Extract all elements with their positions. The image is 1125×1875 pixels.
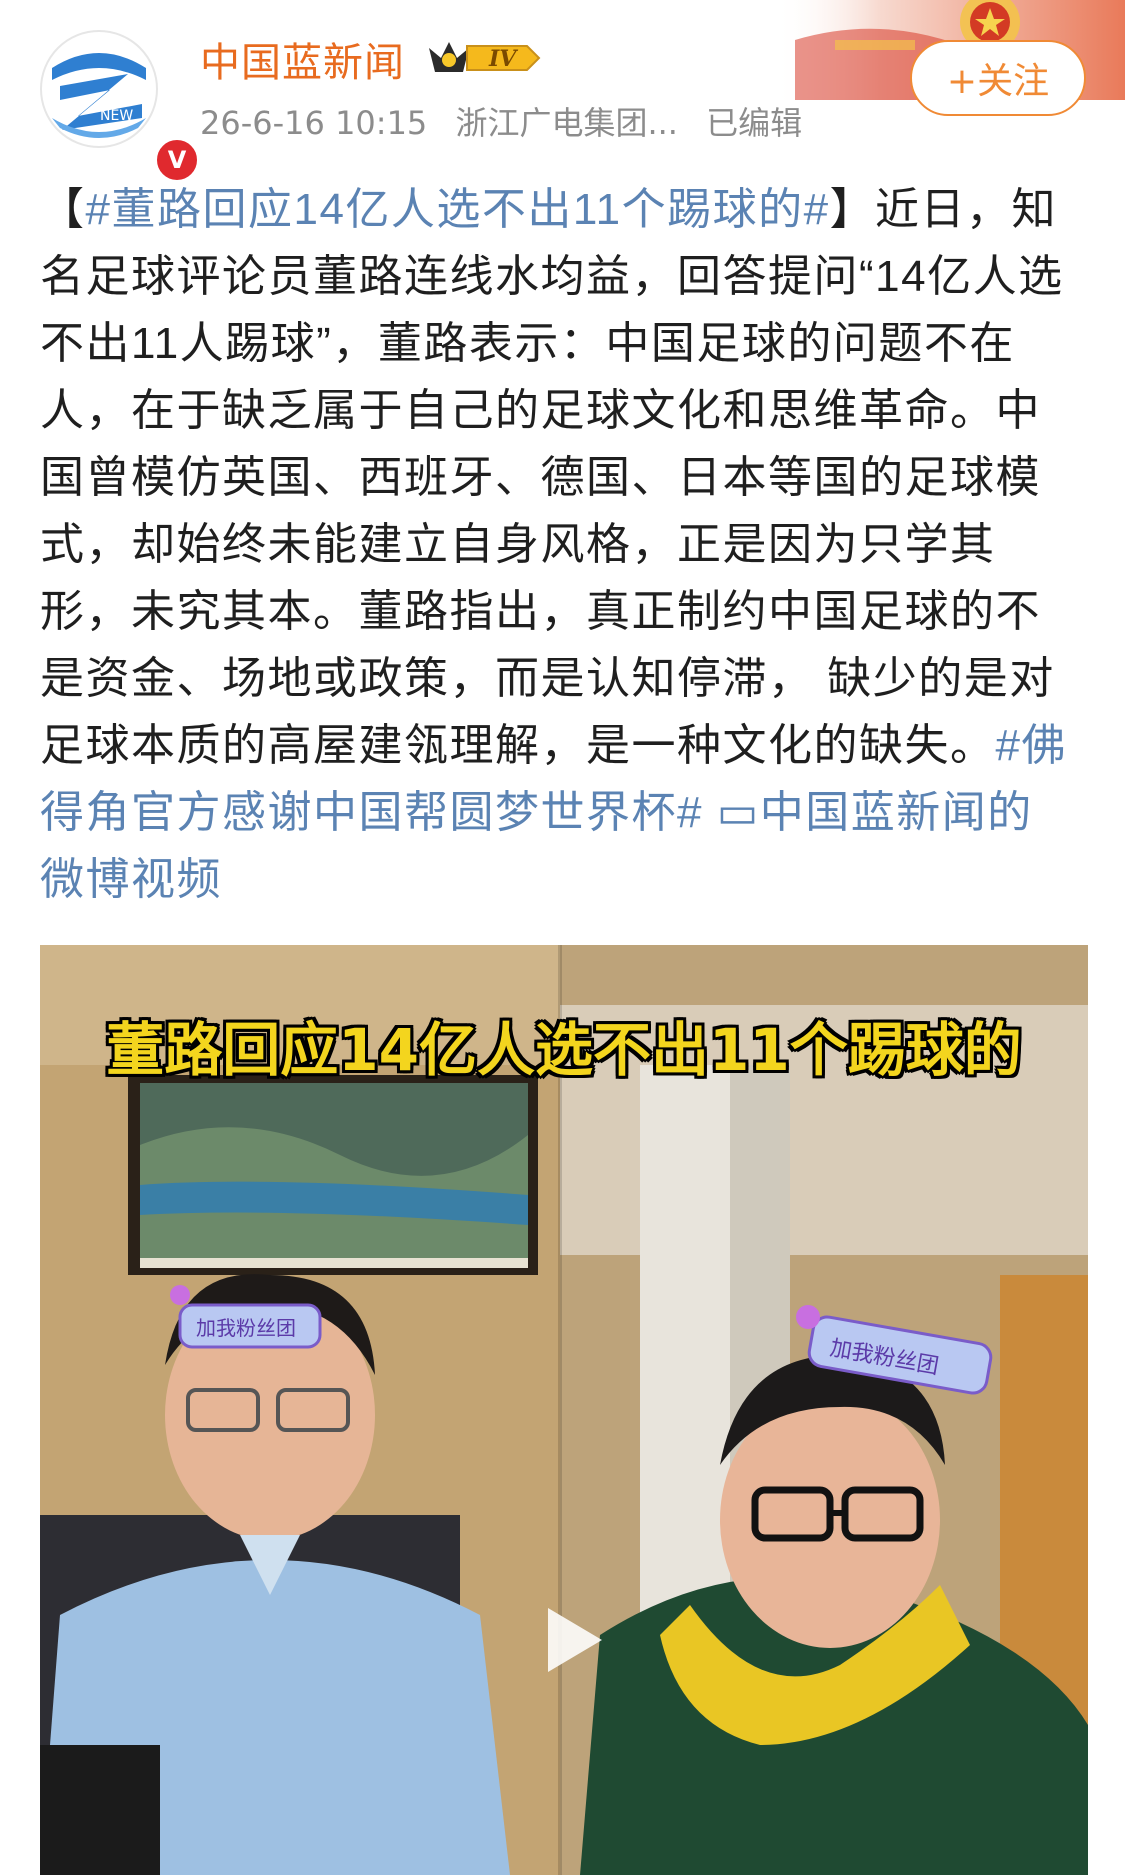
post-text-line: 形，未究其本。董路指出，真正制约中国足球的不 (40, 578, 1090, 645)
post-text: 不出11人踢球”，董路表示：中国足球的问题不在 (40, 319, 1015, 368)
post-text-line: 【#董路回应14亿人选不出11个踢球的#】近日，知 (40, 176, 1090, 243)
avatar[interactable]: NEW V (38, 28, 201, 184)
account-name[interactable]: 中国蓝新闻 (200, 30, 405, 88)
hashtag-link[interactable]: #佛 (996, 721, 1067, 770)
post-text: 名足球评论员董路连线水均益，回答提问“14亿人选 (40, 252, 1064, 301)
post-body: 【#董路回应14亿人选不出11个踢球的#】近日，知名足球评论员董路连线水均益，回… (40, 176, 1090, 913)
post-header: NEW V 中国蓝新闻 IV 26-6-16 10:15 浙江广电集团... 已… (0, 0, 1125, 184)
post-text (703, 788, 717, 837)
crown-level-icon: IV (429, 42, 541, 72)
post-text: 人，在于缺乏属于自己的足球文化和思维革命。中 (40, 386, 1041, 435)
post-text-line: 名足球评论员董路连线水均益，回答提问“14亿人选 (40, 243, 1090, 310)
sticker-left: 加我粉丝团 (196, 1316, 296, 1340)
video-link[interactable]: 微博视频 (40, 855, 222, 904)
post-text-line: 是资金、场地或政策，而是认知停滞， 缺少的是对 (40, 645, 1090, 712)
video-player[interactable]: 加我粉丝团 加我粉丝团 董路回应14亿人选不出11个踢球的 (40, 945, 1088, 1875)
svg-text:NEW: NEW (100, 108, 133, 124)
post-text-line: 人，在于缺乏属于自己的足球文化和思维革命。中 (40, 377, 1090, 444)
post-text-line: 国曾模仿英国、西班牙、德国、日本等国的足球模 (40, 444, 1090, 511)
timestamp: 26-6-16 10:15 (200, 104, 428, 142)
hashtag-link[interactable]: #董路回应14亿人选不出11个踢球的# (86, 185, 830, 234)
source: 浙江广电集团... (455, 104, 678, 142)
post-meta: 26-6-16 10:15 浙江广电集团... 已编辑 (200, 98, 820, 144)
post-text: 式，却始终未能建立自身风格，正是因为只学其 (40, 520, 996, 569)
hashtag-link[interactable]: 得角官方感谢中国帮圆梦世界杯# (40, 788, 703, 837)
post-text: 国曾模仿英国、西班牙、德国、日本等国的足球模 (40, 453, 1041, 502)
post-text: 】近日，知 (829, 185, 1058, 234)
zhejiang-tv-logo-icon: NEW (40, 30, 158, 148)
post-text-line: 不出11人踢球”，董路表示：中国足球的问题不在 (40, 310, 1090, 377)
post-text-line: 微博视频 (40, 846, 1090, 913)
post-text: 【 (40, 185, 86, 234)
play-icon[interactable] (530, 1600, 610, 1680)
post-text-line: 足球本质的高屋建瓴理解，是一种文化的缺失。#佛 (40, 712, 1090, 779)
follow-button[interactable]: +关注 (910, 40, 1086, 116)
post-text: 形，未究其本。董路指出，真正制约中国足球的不 (40, 587, 1041, 636)
video-title: 董路回应14亿人选不出11个踢球的 (106, 1016, 1022, 1084)
post-text: 是资金、场地或政策，而是认知停滞， 缺少的是对 (40, 654, 1055, 703)
post-text: 足球本质的高屋建瓴理解，是一种文化的缺失。 (40, 721, 996, 770)
post-text-line: 得角官方感谢中国帮圆梦世界杯# ▭中国蓝新闻的 (40, 779, 1090, 846)
post-text-line: 式，却始终未能建立自身风格，正是因为只学其 (40, 511, 1090, 578)
svg-text:IV: IV (488, 46, 518, 72)
edited-label: 已编辑 (706, 104, 803, 142)
video-link[interactable]: ▭中国蓝新闻的 (717, 788, 1033, 837)
